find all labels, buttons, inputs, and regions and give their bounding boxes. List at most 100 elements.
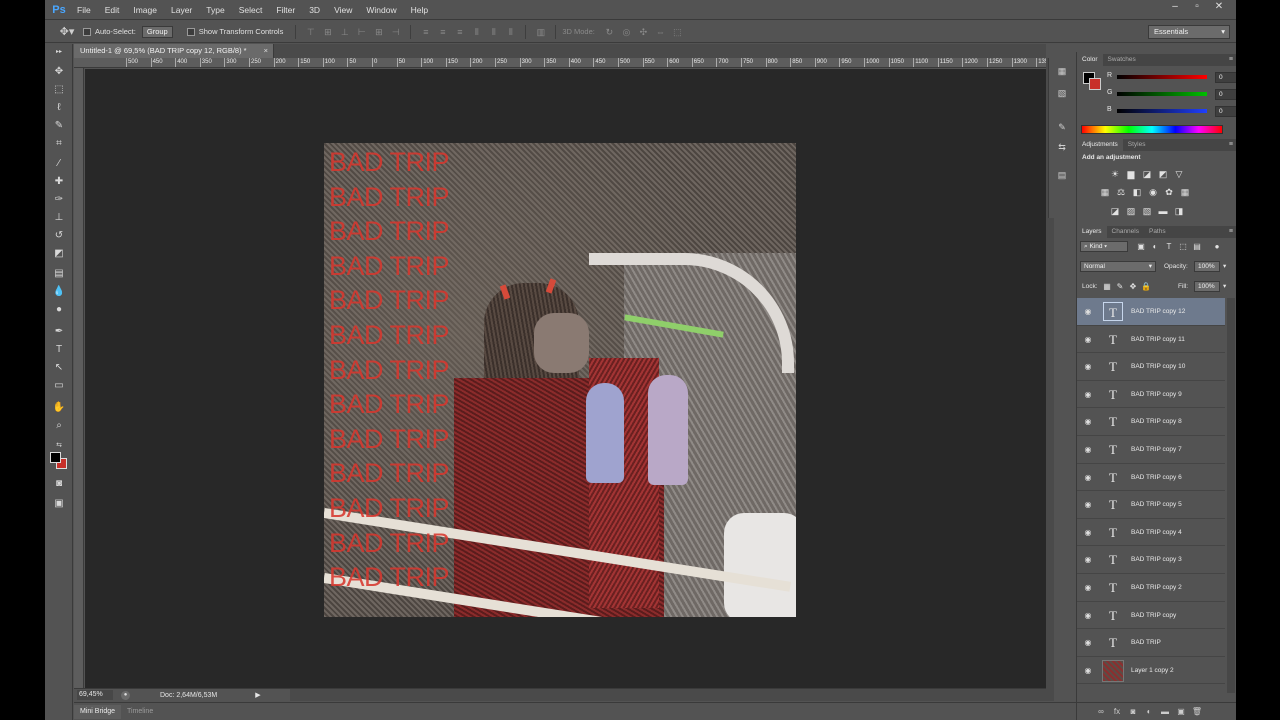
add-mask-icon[interactable]: ◙ (1127, 706, 1139, 718)
layer-row[interactable]: ◉ T BAD TRIP (1077, 629, 1225, 657)
minimize-button[interactable]: – (1164, 0, 1186, 14)
auto-select-dropdown[interactable]: Group (141, 25, 173, 38)
distribute-right-icon[interactable]: ⦀ (504, 26, 517, 38)
layer-name[interactable]: BAD TRIP copy (1131, 602, 1176, 629)
menu-file[interactable]: File (70, 5, 98, 15)
distribute-bottom-icon[interactable]: ≡ (453, 26, 466, 38)
panel-menu-icon[interactable]: ≡ (1229, 226, 1233, 238)
auto-select-checkbox[interactable] (83, 27, 91, 36)
posterize-icon[interactable]: ▨ (1125, 205, 1137, 217)
brush-tool-icon[interactable]: ✑ (51, 192, 67, 208)
menu-select[interactable]: Select (232, 5, 270, 15)
green-value[interactable]: 0 (1215, 89, 1236, 100)
menu-filter[interactable]: Filter (269, 5, 302, 15)
menu-edit[interactable]: Edit (98, 5, 127, 15)
healing-brush-tool-icon[interactable]: ✚ (51, 174, 67, 190)
gradient-tool-icon[interactable]: ▤ (51, 266, 67, 282)
foreground-color-swatch[interactable] (50, 452, 61, 463)
tab-paths[interactable]: Paths (1144, 226, 1171, 238)
layer-name[interactable]: BAD TRIP copy 4 (1131, 519, 1182, 546)
tab-layers[interactable]: Layers (1077, 226, 1107, 238)
lock-image-icon[interactable]: ✎ (1114, 281, 1126, 293)
visibility-eye-icon[interactable]: ◉ (1083, 445, 1093, 455)
tab-color[interactable]: Color (1077, 54, 1103, 66)
green-track[interactable] (1117, 92, 1207, 96)
background-color-chip[interactable] (1089, 78, 1101, 90)
filter-smart-object-icon[interactable]: ▤ (1191, 241, 1203, 253)
move-tool-icon[interactable]: ✥ (51, 64, 67, 80)
curves-icon[interactable]: ◪ (1141, 168, 1153, 180)
invert-icon[interactable]: ◪ (1109, 205, 1121, 217)
quick-mask-icon[interactable]: ◙ (51, 476, 67, 492)
visibility-eye-icon[interactable]: ◉ (1083, 611, 1093, 621)
align-vcenter-icon[interactable]: ⊞ (321, 26, 334, 38)
new-adjustment-icon[interactable]: ◐ (1143, 706, 1155, 718)
layer-row[interactable]: ◉ T BAD TRIP copy 5 (1077, 491, 1225, 519)
menu-layer[interactable]: Layer (164, 5, 199, 15)
fill-slider-icon[interactable]: ▾ (1223, 282, 1226, 290)
layer-row[interactable]: ◉ T BAD TRIP copy 2 (1077, 574, 1225, 602)
layer-row[interactable]: ◉ T BAD TRIP copy 10 (1077, 353, 1225, 381)
workspace-switcher[interactable]: Essentials ▾ (1148, 25, 1230, 39)
gradient-map-icon[interactable]: ▬ (1157, 205, 1169, 217)
layer-name[interactable]: BAD TRIP copy 5 (1131, 491, 1182, 518)
tab-adjustments[interactable]: Adjustments (1077, 139, 1123, 151)
brush-presets-icon[interactable]: ✎ (1055, 120, 1069, 134)
3d-slide-icon[interactable]: ⇔ (654, 26, 667, 38)
move-tool-preset-icon[interactable]: ✥▾ (57, 24, 77, 40)
close-button[interactable]: ✕ (1208, 0, 1230, 14)
blue-track[interactable] (1117, 109, 1207, 113)
panel-menu-icon[interactable]: ≡ (1229, 54, 1233, 66)
align-left-icon[interactable]: ⊢ (355, 26, 368, 38)
layer-name[interactable]: BAD TRIP copy 12 (1131, 298, 1185, 325)
visibility-eye-icon[interactable]: ◉ (1083, 417, 1093, 427)
menu-type[interactable]: Type (199, 5, 231, 15)
rectangle-tool-icon[interactable]: ▭ (51, 378, 67, 394)
clone-stamp-tool-icon[interactable]: ⊥ (51, 210, 67, 226)
black-white-icon[interactable]: ◧ (1131, 186, 1143, 198)
layer-name[interactable]: BAD TRIP copy 3 (1131, 546, 1182, 573)
screen-mode-icon[interactable]: ▣ (51, 496, 67, 512)
new-layer-icon[interactable]: ▣ (1175, 706, 1187, 718)
filter-type-icon[interactable]: T (1163, 241, 1175, 253)
align-bottom-icon[interactable]: ⊥ (338, 26, 351, 38)
visibility-eye-icon[interactable]: ◉ (1083, 390, 1093, 400)
visibility-eye-icon[interactable]: ◉ (1083, 473, 1093, 483)
history-icon[interactable]: ▦ (1055, 64, 1069, 78)
align-hcenter-icon[interactable]: ⊞ (372, 26, 385, 38)
layer-name[interactable]: BAD TRIP copy 6 (1131, 464, 1182, 491)
red-value[interactable]: 0 (1215, 72, 1236, 83)
visibility-eye-icon[interactable]: ◉ (1083, 638, 1093, 648)
brightness-icon[interactable]: ☀ (1109, 168, 1121, 180)
type-tool-icon[interactable]: T (51, 342, 67, 358)
channel-mixer-icon[interactable]: ✿ (1163, 186, 1175, 198)
menu-help[interactable]: Help (404, 5, 435, 15)
layer-style-icon[interactable]: fx (1111, 706, 1123, 718)
delete-layer-icon[interactable]: 🗑 (1191, 706, 1203, 718)
lock-all-icon[interactable]: 🔒 (1140, 281, 1152, 293)
visibility-eye-icon[interactable]: ◉ (1083, 583, 1093, 593)
blue-slider[interactable]: B 0 (1107, 106, 1236, 118)
visibility-eye-icon[interactable]: ◉ (1083, 335, 1093, 345)
green-slider[interactable]: G 0 (1107, 89, 1236, 101)
properties-icon[interactable]: ▧ (1055, 86, 1069, 100)
character-icon[interactable]: ▤ (1055, 168, 1069, 182)
history-brush-tool-icon[interactable]: ↺ (51, 228, 67, 244)
canvas-area[interactable]: BAD TRIP BAD TRIP BAD TRIP BAD TRIP BAD TRIP… (85, 69, 1046, 688)
layer-name[interactable]: BAD TRIP copy 11 (1131, 326, 1185, 353)
eraser-tool-icon[interactable]: ◩ (51, 246, 67, 262)
visibility-eye-icon[interactable]: ◉ (1083, 307, 1093, 317)
red-track[interactable] (1117, 75, 1207, 79)
marquee-tool-icon[interactable]: ⬚ (51, 82, 67, 98)
layer-name[interactable]: BAD TRIP copy 9 (1131, 381, 1182, 408)
lock-transparent-icon[interactable]: ▦ (1101, 281, 1113, 293)
layer-row[interactable]: ◉ T BAD TRIP copy 12 (1077, 298, 1225, 326)
zoom-level[interactable]: 69,45% (77, 690, 113, 700)
visibility-eye-icon[interactable]: ◉ (1083, 666, 1093, 676)
link-layers-icon[interactable]: ∞ (1095, 706, 1107, 718)
filter-toggle-icon[interactable]: ● (1211, 241, 1223, 253)
color-spectrum[interactable] (1081, 125, 1223, 134)
tab-channels[interactable]: Channels (1107, 226, 1144, 238)
tab-styles[interactable]: Styles (1123, 139, 1151, 151)
new-group-icon[interactable]: ▬ (1159, 706, 1171, 718)
